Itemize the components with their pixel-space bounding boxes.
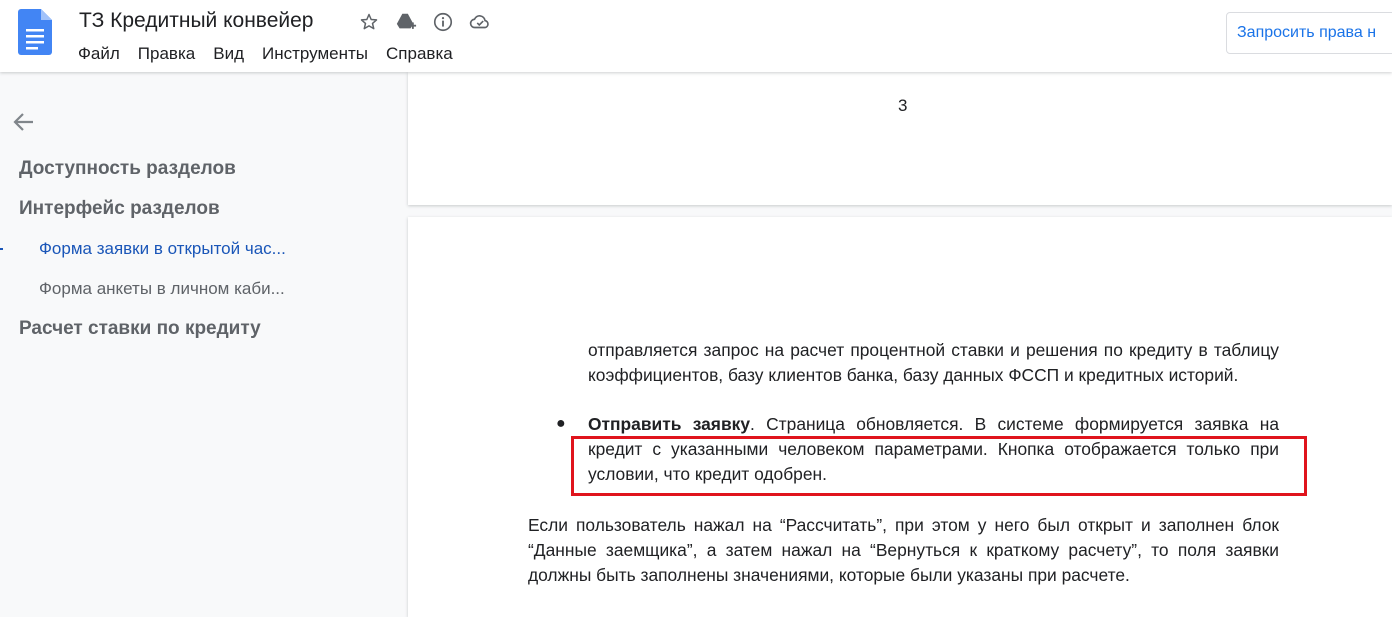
title-icons: [357, 10, 492, 34]
menu-view[interactable]: Вид: [213, 44, 244, 64]
drive-add-icon[interactable]: [394, 10, 418, 34]
document-title[interactable]: ТЗ Кредитный конвейер: [79, 9, 314, 33]
active-item-marker: [0, 248, 3, 250]
outline-item-rate-calculation[interactable]: Расчет ставки по кредиту: [19, 318, 261, 340]
red-highlight-box: [571, 436, 1307, 496]
menu-edit[interactable]: Правка: [138, 44, 195, 64]
request-access-button[interactable]: Запросить права н: [1226, 12, 1392, 54]
star-icon[interactable]: [357, 10, 381, 34]
paragraph-condition: Если пользователь нажал на “Рассчитать”,…: [528, 513, 1279, 588]
bullet-point: ●: [556, 415, 566, 432]
menu-bar: Файл Правка Вид Инструменты Справка: [78, 44, 471, 64]
outline-item-availability[interactable]: Доступность разделов: [19, 158, 236, 180]
page-number: 3: [898, 96, 908, 115]
document-page: отправляется запрос на расчет процентной…: [408, 217, 1392, 617]
bold-term: Отправить заявку: [588, 414, 751, 434]
document-outline: Доступность разделов Интерфейс разделов …: [0, 72, 396, 617]
menu-file[interactable]: Файл: [78, 44, 120, 64]
paragraph-text: отправляется запрос на расчет процентной…: [588, 340, 1279, 385]
cloud-saved-icon[interactable]: [468, 10, 492, 34]
document-page: 3: [408, 72, 1392, 205]
outline-item-interface[interactable]: Интерфейс разделов: [19, 198, 220, 220]
outline-item-application-form[interactable]: Форма заявки в открытой час...: [39, 239, 286, 259]
menu-help[interactable]: Справка: [386, 44, 453, 64]
docs-logo-icon[interactable]: [18, 9, 52, 55]
paragraph-request: отправляется запрос на расчет процентной…: [588, 338, 1279, 388]
outline-item-questionnaire-form[interactable]: Форма анкеты в личном каби...: [39, 279, 285, 299]
menu-tools[interactable]: Инструменты: [262, 44, 368, 64]
bullet-text: . Страница обновляется. В системе формир…: [750, 414, 1279, 434]
info-icon[interactable]: [431, 10, 455, 34]
top-bar: ТЗ Кредитный конвейер Файл Правка Вид Ин…: [0, 0, 1392, 72]
back-arrow-icon[interactable]: [10, 108, 38, 136]
paragraph-text: Если пользователь нажал на “Рассчитать”,…: [528, 515, 1279, 585]
